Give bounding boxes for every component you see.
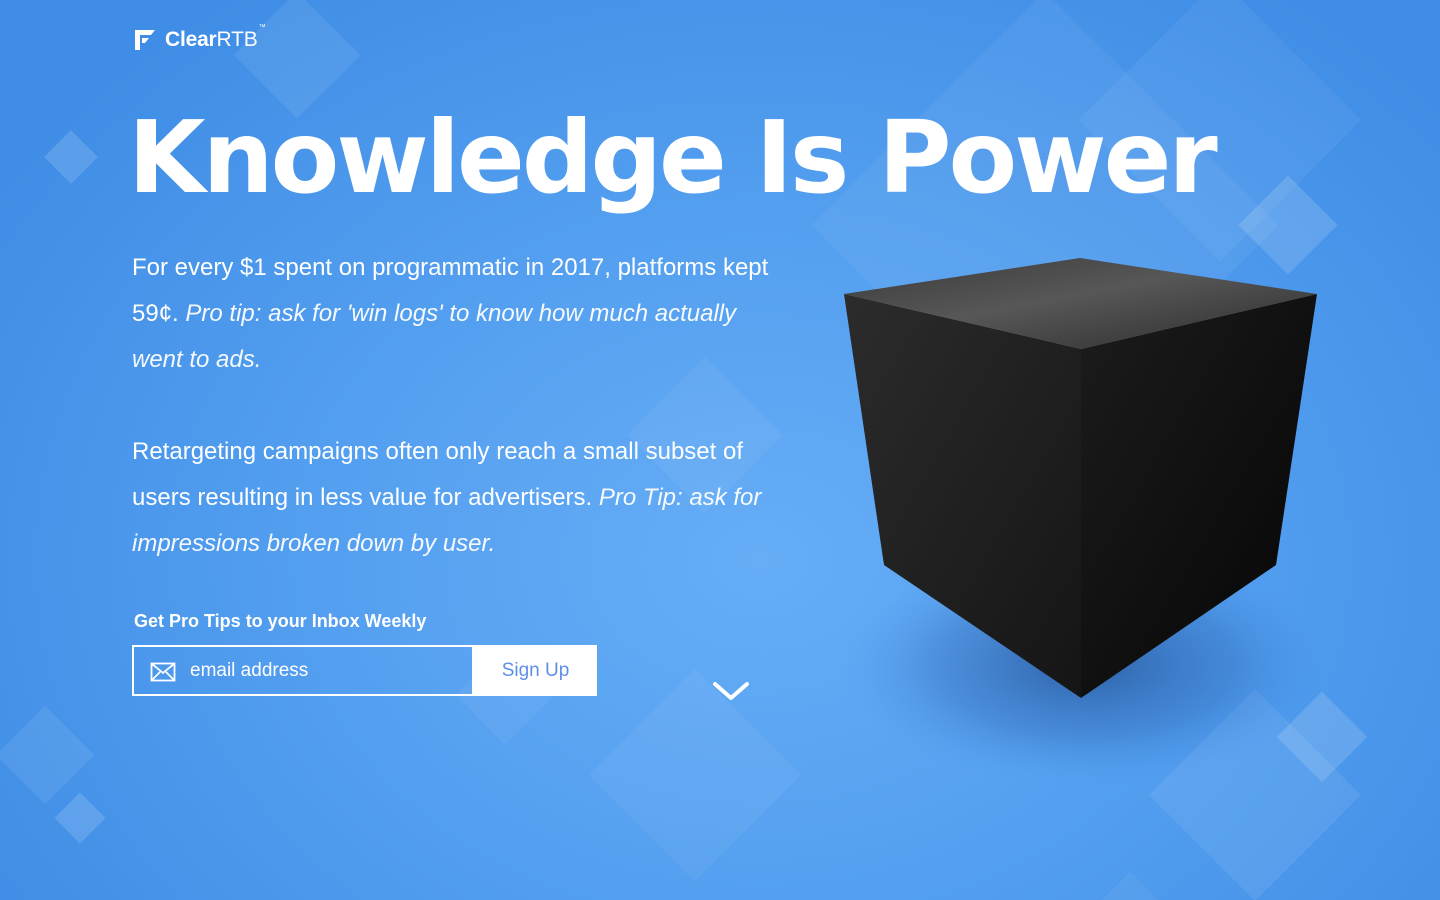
hero-headline: Knowledge Is Power (128, 99, 1218, 216)
hero-paragraph-spend-tip: Pro tip: ask for 'win logs' to know how … (132, 300, 737, 373)
signup-label: Get Pro Tips to your Inbox Weekly (134, 611, 427, 631)
bg-diamond (54, 792, 106, 844)
brand-wordmark: ClearRTB™ (165, 24, 266, 52)
brand-trademark: ™ (258, 24, 266, 31)
bg-diamond (44, 130, 98, 184)
signup-form: Sign Up (132, 645, 597, 696)
signup-button[interactable]: Sign Up (474, 645, 597, 696)
email-field-wrapper (132, 645, 474, 696)
email-input[interactable] (134, 647, 472, 694)
hero-paragraph-spend: For every $1 spent on programmatic in 20… (132, 245, 772, 383)
brand-logo[interactable]: ClearRTB™ (133, 24, 266, 53)
hero-paragraph-retargeting: Retargeting campaigns often only reach a… (132, 429, 772, 567)
brand-name-bold: Clear (165, 28, 217, 51)
brand-name-light: RTB (216, 28, 258, 51)
bg-diamond (0, 705, 95, 805)
bg-diamond (1101, 871, 1159, 900)
black-box-cube-illustration (840, 258, 1330, 785)
clearrtb-logo-icon (135, 30, 155, 50)
envelope-icon (150, 662, 176, 682)
chevron-down-icon[interactable] (712, 679, 750, 703)
